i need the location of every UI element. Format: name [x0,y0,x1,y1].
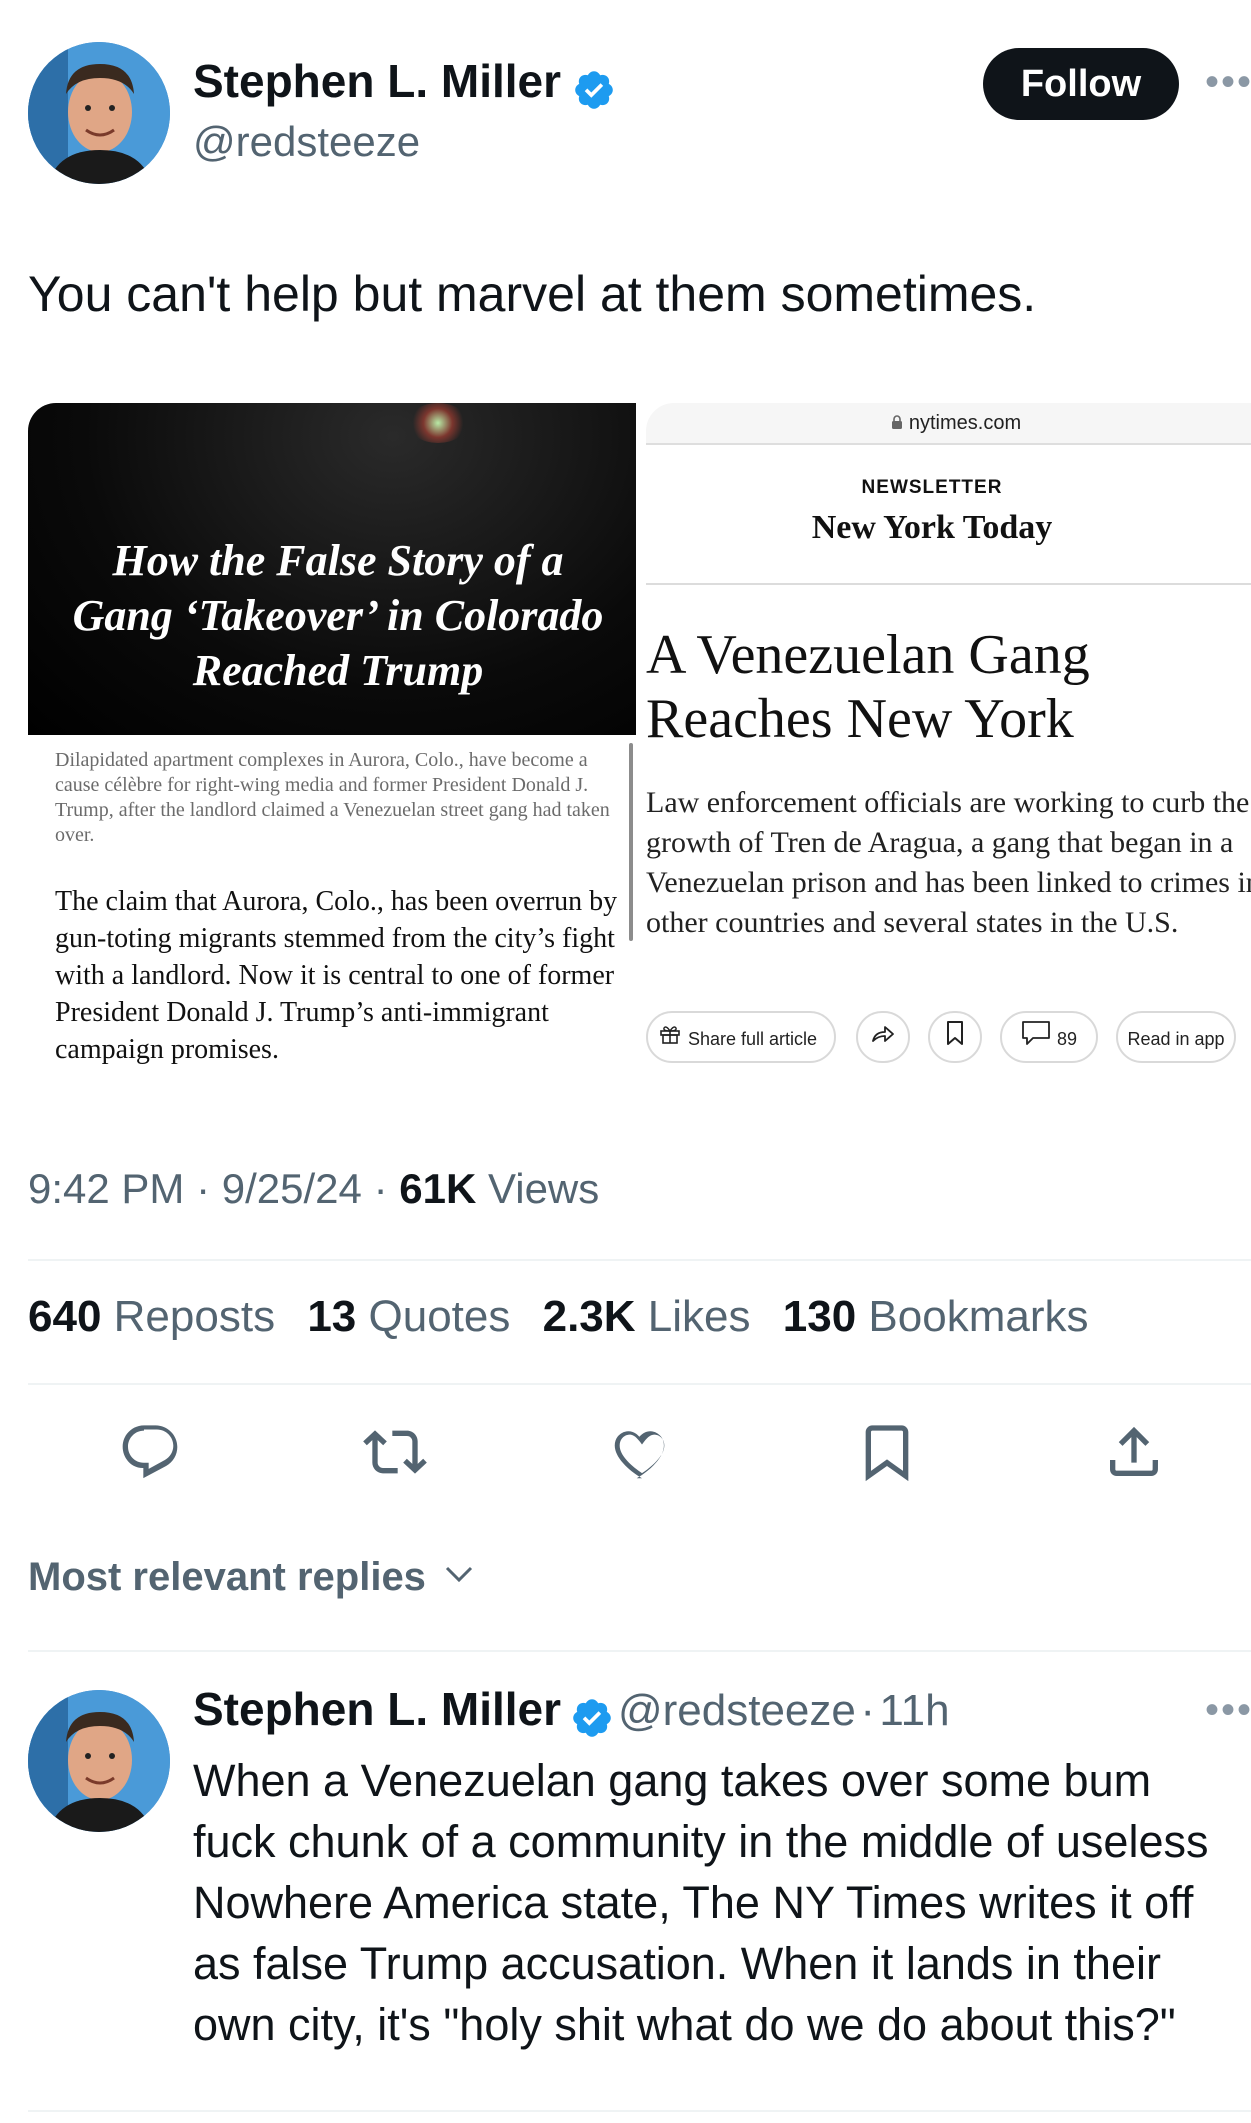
tweet-meta: 9:42 PM · 9/25/24 · 61K Views [28,1165,599,1213]
stat-bookmarks[interactable]: 130 Bookmarks [783,1292,1089,1341]
tweet-date[interactable]: 9/25/24 [222,1165,362,1212]
divider [28,2110,1251,2112]
meta-separator: · [373,1165,388,1212]
tweet-time[interactable]: 9:42 PM [28,1165,184,1212]
reply-author-avatar[interactable] [28,1690,170,1832]
bookmark-button[interactable] [855,1420,919,1484]
share-full-article-label: Share full article [688,1029,818,1049]
newsletter-title: New York Today [811,509,1053,546]
article-photo-title: How the False Story of a Gang ‘Takeover’… [72,536,604,695]
likes-label: Likes [647,1292,751,1341]
photo-caption: Dilapidated apartment complexes in Auror… [55,749,610,846]
share-icon [1110,1426,1158,1476]
stat-quotes[interactable]: 13 Quotes [307,1292,510,1341]
reply-time[interactable]: 11h [879,1686,949,1735]
url-bar: nytimes.com [646,403,1251,445]
read-in-app-button[interactable]: Read in app [1116,1011,1236,1063]
verified-badge-icon [572,68,616,117]
article-lead: The claim that Aurora, Colo., has been o… [55,886,618,1065]
replies-sort-label: Most relevant replies [28,1555,426,1599]
save-button[interactable] [928,1011,982,1063]
views-label: Views [487,1165,600,1212]
tweet-media[interactable]: How the False Story of a Gang ‘Takeover’… [28,403,1251,1073]
forward-icon [869,1014,897,1066]
comment-icon [1021,1014,1051,1066]
scrollbar [629,743,633,941]
author-name-row[interactable]: Stephen L. Miller [193,54,616,117]
media-image-right[interactable]: nytimes.com NEWSLETTER New York Today A … [646,403,1251,1073]
replies-sort-dropdown[interactable]: Most relevant replies [28,1555,477,1602]
reply-button[interactable] [118,1420,182,1484]
stat-reposts[interactable]: 640 Reposts [28,1292,275,1341]
reply-more-options-icon[interactable]: ••• [1205,1688,1251,1733]
author-avatar[interactable] [28,42,170,184]
share-button[interactable] [1102,1420,1166,1484]
newsletter-divider [646,583,1251,585]
quotes-count: 13 [307,1292,357,1341]
author-handle[interactable]: @redsteeze [193,118,420,166]
lock-icon [891,404,903,444]
tweet-text: You can't help but marvel at them someti… [28,266,1037,322]
light-glow [408,403,468,443]
avatar-image [28,1690,170,1832]
url-text: nytimes.com [908,412,1022,434]
forward-button[interactable] [856,1011,910,1063]
divider [28,1259,1251,1261]
likes-count: 2.3K [542,1292,636,1341]
comments-count: 89 [1056,1029,1078,1049]
read-in-app-label: Read in app [1127,1029,1225,1049]
avatar-image [28,42,170,184]
comments-button[interactable]: 89 [1000,1011,1098,1063]
reposts-count: 640 [28,1292,102,1341]
like-icon [614,1431,665,1479]
article-photo: How the False Story of a Gang ‘Takeover’… [28,403,636,735]
like-button[interactable] [610,1420,674,1484]
verified-badge-icon [570,1696,614,1745]
newsletter-label: NEWSLETTER [861,477,1003,498]
follow-button[interactable]: Follow [983,48,1179,120]
article-summary: Law enforcement officials are working to… [646,786,1251,939]
reply-icon [122,1425,178,1479]
views-count: 61K [399,1165,477,1212]
gift-icon [658,1014,682,1066]
author-name[interactable]: Stephen L. Miller [193,55,561,107]
bookmark-outline-icon [945,1014,965,1066]
quotes-label: Quotes [368,1292,511,1341]
share-full-article-button[interactable]: Share full article [646,1011,836,1063]
reply-separator: · [860,1686,875,1735]
article-headline: A Venezuelan Gang Reaches New York [646,624,1090,750]
bookmarks-count: 130 [782,1292,857,1341]
divider [28,1383,1251,1385]
meta-separator: · [196,1165,211,1212]
bookmark-icon [865,1425,909,1482]
divider [28,1650,1251,1652]
reply-header: Stephen L. Miller @redsteeze · 11h [193,1682,950,1745]
repost-button[interactable] [363,1420,427,1484]
repost-icon [363,1430,427,1474]
chevron-down-icon [441,1556,477,1602]
reposts-label: Reposts [113,1292,276,1341]
reply-author-name[interactable]: Stephen L. Miller [193,1683,561,1735]
bookmarks-label: Bookmarks [868,1292,1089,1341]
engagement-stats: 640 Reposts 13 Quotes 2.3K Likes 130 Boo… [28,1292,1088,1342]
more-options-icon[interactable]: ••• [1205,60,1251,105]
stat-likes[interactable]: 2.3K Likes [543,1292,751,1341]
media-image-left[interactable]: How the False Story of a Gang ‘Takeover’… [28,403,636,1073]
reply-text: When a Venezuelan gang takes over some b… [193,1755,1209,2050]
reply-author-handle[interactable]: @redsteeze [618,1686,856,1735]
